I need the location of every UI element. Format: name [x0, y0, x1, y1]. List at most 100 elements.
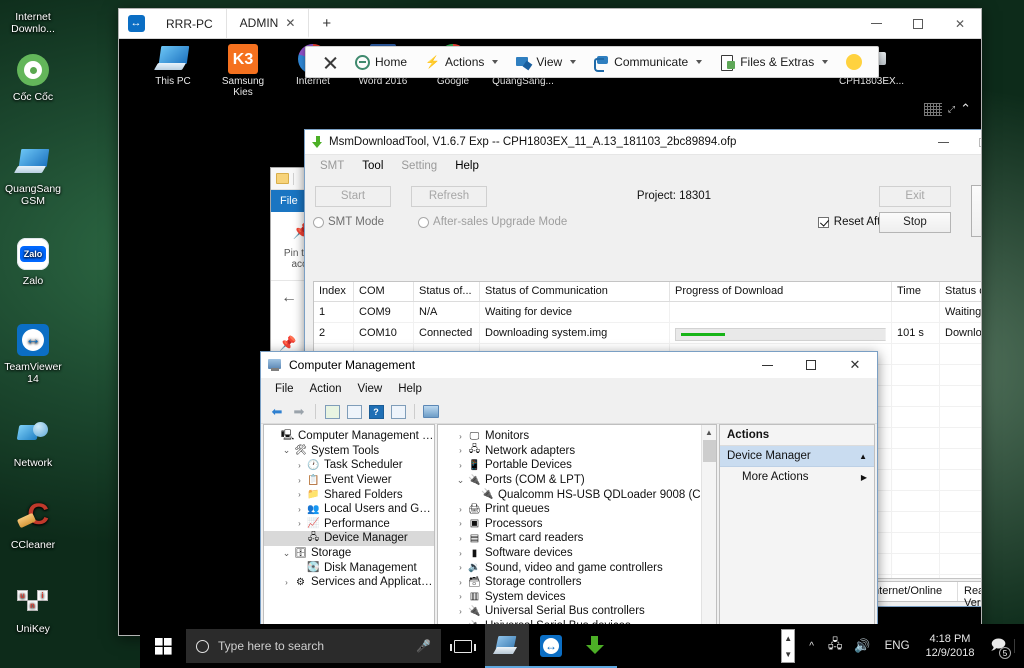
- scroll-up-icon[interactable]: ▲: [702, 425, 716, 440]
- network-tray-icon[interactable]: 🖧: [822, 635, 849, 657]
- device-manager-pane[interactable]: › 🖵 Monitors › 🖧 Network adapters › 📱 Portable D…: [437, 424, 717, 635]
- language-indicator[interactable]: ENG: [877, 640, 918, 652]
- menu-item-file[interactable]: File: [267, 381, 302, 397]
- forward-arrow-icon[interactable]: ➡: [290, 403, 308, 420]
- back-arrow-icon[interactable]: ⬅: [268, 403, 286, 420]
- chevron-down-icon[interactable]: ⌄: [280, 445, 293, 456]
- chevron-right-icon[interactable]: ›: [280, 578, 293, 587]
- properties-icon[interactable]: [389, 403, 407, 420]
- action-more-actions[interactable]: More Actions ▶: [720, 467, 874, 487]
- show-hide-tree-icon[interactable]: [345, 403, 363, 420]
- chevron-right-icon[interactable]: ›: [454, 461, 467, 470]
- new-tab-button[interactable]: +: [309, 9, 344, 38]
- after-sales-upgrade-mode-radio[interactable]: After-sales Upgrade Mode: [418, 216, 567, 228]
- table-row[interactable]: 2 COM10 Connected Downloading system.img…: [314, 323, 981, 344]
- smiley-button[interactable]: [838, 51, 870, 73]
- show-desktop-button[interactable]: [1014, 639, 1020, 653]
- column-header-status-of-last-communication[interactable]: Status of Last Communication: [940, 282, 981, 301]
- minimize-button[interactable]: [923, 130, 963, 154]
- tab-admin[interactable]: ADMIN ✕: [226, 9, 310, 38]
- menu-item-help[interactable]: Help: [390, 381, 430, 397]
- tree-item-system-tools[interactable]: ⌄ 🛠 System Tools: [264, 444, 434, 459]
- tree-item-event-viewer[interactable]: › 📋 Event Viewer: [264, 473, 434, 488]
- chevron-right-icon[interactable]: ›: [454, 563, 467, 572]
- maximize-button[interactable]: [897, 9, 939, 38]
- column-header-index[interactable]: Index: [314, 282, 354, 301]
- tree-item-portable-devices[interactable]: › 📱 Portable Devices: [438, 458, 716, 473]
- menu-item-action[interactable]: Action: [302, 381, 350, 397]
- tree-item-processors[interactable]: › ▣ Processors: [438, 517, 716, 532]
- close-session-button[interactable]: [314, 52, 345, 73]
- close-button[interactable]: ✕: [939, 9, 981, 38]
- communicate-menu-button[interactable]: Communicate: [586, 52, 710, 73]
- chevron-right-icon[interactable]: ›: [293, 490, 306, 499]
- tree-item-storage-controllers[interactable]: › 🗃 Storage controllers: [438, 575, 716, 590]
- desktop-icon-zalo[interactable]: Zalo Zalo: [0, 232, 66, 290]
- column-header-com[interactable]: COM: [354, 282, 414, 301]
- tree-item-shared-folders[interactable]: › 📁 Shared Folders: [264, 487, 434, 502]
- clock[interactable]: 4:18 PM 12/9/2018: [918, 632, 983, 660]
- tab-rrr-pc[interactable]: RRR-PC: [153, 9, 227, 38]
- volume-icon[interactable]: 🔊: [848, 638, 876, 654]
- chevron-right-icon[interactable]: ›: [454, 534, 467, 543]
- chevron-right-icon[interactable]: ›: [293, 461, 306, 470]
- taskbar-item-msm-download-tool[interactable]: [485, 624, 529, 668]
- menu-item-smt[interactable]: SMT: [311, 158, 353, 174]
- scroll-down-icon[interactable]: ▼: [784, 650, 792, 659]
- close-button[interactable]: ✕: [833, 352, 877, 378]
- table-row[interactable]: 1 COM9 N/A Waiting for device Waiting fo…: [314, 302, 981, 323]
- tree-item-task-scheduler[interactable]: › 🕐 Task Scheduler: [264, 458, 434, 473]
- chevron-right-icon[interactable]: ›: [454, 549, 467, 558]
- chevron-right-icon[interactable]: ›: [454, 578, 467, 587]
- chevron-up-icon[interactable]: ▲: [859, 452, 867, 461]
- grid-icon[interactable]: [923, 102, 942, 116]
- remote-icon-samsung-kies[interactable]: K3 Samsung Kies: [211, 42, 275, 98]
- desktop-icon-unikey[interactable]: uin UniKey: [0, 580, 66, 638]
- tree-item-print-queues[interactable]: › 🖨 Print queues: [438, 502, 716, 517]
- minimize-button[interactable]: [745, 352, 789, 378]
- maximize-button[interactable]: [963, 130, 981, 154]
- tree-item-network-adapters[interactable]: › 🖧 Network adapters: [438, 444, 716, 459]
- chevron-down-icon[interactable]: ⌄: [454, 475, 467, 486]
- fullscreen-icon[interactable]: ⤢: [948, 104, 955, 115]
- desktop-icon-quangsang-gsm[interactable]: QuangSang GSM: [0, 140, 66, 210]
- actions-menu-button[interactable]: ⚡ Actions: [417, 52, 506, 73]
- device-tree-scrollbar[interactable]: ▲ ▼: [701, 425, 716, 635]
- monitor-icon[interactable]: [422, 403, 440, 420]
- desktop-icon-recycle-bin[interactable]: Recycle Bin: [0, 664, 66, 668]
- tree-item-performance[interactable]: › 📈 Performance: [264, 517, 434, 532]
- tree-item-system-devices[interactable]: › ▥ System devices: [438, 590, 716, 605]
- tree-item-local-users-and-groups[interactable]: ›👥 Local Users and Groups: [264, 502, 434, 517]
- remote-icon-this-pc[interactable]: This PC: [141, 42, 205, 98]
- start-button[interactable]: [140, 624, 186, 668]
- menu-item-setting[interactable]: Setting: [392, 158, 446, 174]
- minimize-button[interactable]: [855, 9, 897, 38]
- chevron-up-icon[interactable]: ⌃: [960, 101, 971, 117]
- scroll-up-icon[interactable]: ▲: [784, 634, 792, 643]
- chevron-right-icon[interactable]: ›: [293, 505, 306, 514]
- tree-item-disk-management[interactable]: 💽 Disk Management: [264, 560, 434, 575]
- tree-item-qualcomm-hs-usb-qdloader-9008-com10[interactable]: 🔌 Qualcomm HS-USB QDLoader 9008 (COM10): [438, 487, 716, 502]
- menu-item-tool[interactable]: Tool: [353, 158, 392, 174]
- actions-section-device-manager[interactable]: Device Manager ▲: [720, 446, 874, 467]
- scroll-spinner[interactable]: ▲ ▼: [781, 629, 796, 663]
- view-menu-button[interactable]: View: [508, 52, 584, 73]
- tree-item-storage[interactable]: ⌄ 🗄 Storage: [264, 546, 434, 561]
- tree-item-monitors[interactable]: › 🖵 Monitors: [438, 429, 716, 444]
- show-hidden-icons-chevron-up-icon[interactable]: ^: [801, 641, 822, 652]
- menu-item-help[interactable]: Help: [446, 158, 488, 174]
- tree-item-ports-com-lpt[interactable]: ⌄ 🔌 Ports (COM & LPT): [438, 473, 716, 488]
- chevron-right-icon[interactable]: ›: [454, 519, 467, 528]
- close-icon[interactable]: ✕: [285, 16, 295, 30]
- menu-item-view[interactable]: View: [350, 381, 391, 397]
- chevron-right-icon[interactable]: ›: [454, 592, 467, 601]
- desktop-icon-ccleaner[interactable]: CCleaner: [0, 496, 66, 554]
- scrollbar-thumb[interactable]: [703, 440, 716, 462]
- desktop-icon-teamviewer[interactable]: TeamViewer 14: [0, 318, 66, 388]
- chevron-right-icon[interactable]: ›: [454, 505, 467, 514]
- microphone-icon[interactable]: 🎤: [416, 639, 431, 653]
- up-folder-icon[interactable]: [323, 403, 341, 420]
- desktop-icon-network[interactable]: Network: [0, 414, 66, 472]
- chevron-right-icon[interactable]: ›: [293, 476, 306, 485]
- search-input[interactable]: Type here to search 🎤: [186, 629, 441, 663]
